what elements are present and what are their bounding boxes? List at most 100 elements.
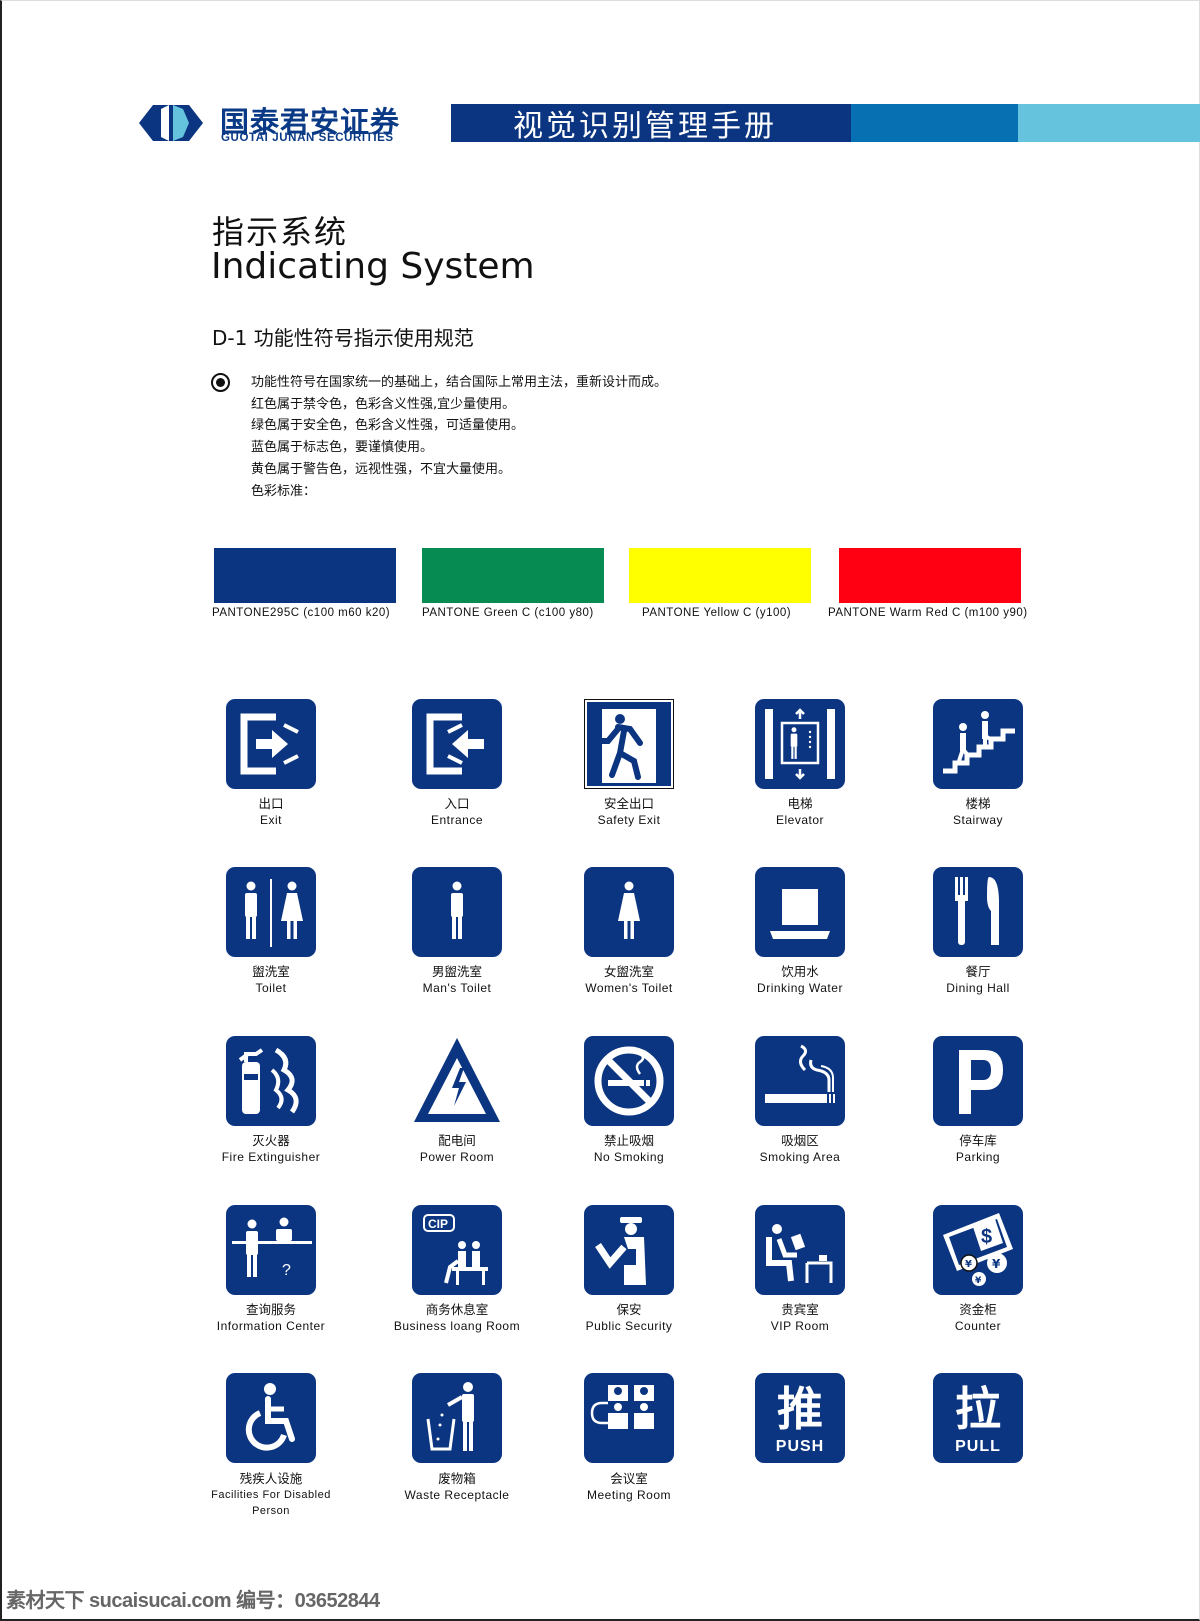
description-line: 色彩标准： <box>251 483 317 499</box>
bullet-icon <box>211 373 230 392</box>
sign-caption-cn: 商务休息室 <box>425 1302 489 1317</box>
sign-caption-en: Elevator <box>775 813 825 827</box>
womens-toilet-icon <box>584 867 674 957</box>
sign-caption: 入口 Entrance <box>372 796 542 828</box>
svg-text:$: $ <box>981 1226 992 1248</box>
svg-text:¥: ¥ <box>965 1259 972 1270</box>
meeting-room-icon <box>584 1373 674 1463</box>
sign-caption-cn: 保安 <box>616 1302 642 1317</box>
page-title-en: Indicating System <box>211 246 535 287</box>
swatch-label: PANTONE Yellow C (y100) <box>642 607 792 619</box>
sign-caption: 保安 Public Security <box>544 1302 714 1334</box>
sign-caption-cn: 餐厅 <box>965 964 991 979</box>
sign-caption-cn: 废物箱 <box>438 1471 476 1486</box>
sign-caption-cn: 出口 <box>258 796 284 811</box>
power-room-icon <box>412 1036 502 1126</box>
swatch-pantone-295c <box>214 548 396 603</box>
sign-caption-en: Safety Exit <box>597 813 661 827</box>
svg-text:CIP: CIP <box>428 1217 448 1231</box>
sign-caption: 禁止吸烟 No Smoking <box>544 1133 714 1165</box>
description-line: 绿色属于安全色，色彩含义性强，可适量使用。 <box>251 418 525 434</box>
description-line: 功能性符号在国家统一的基础上，结合国际上常用主法，重新设计而成。 <box>251 375 668 390</box>
push-icon: 推 PUSH <box>755 1373 845 1463</box>
svg-text:PUSH: PUSH <box>776 1438 824 1455</box>
swatch-label: PANTONE Green C (c100 y80) <box>422 607 594 619</box>
safety-exit-icon <box>584 699 674 789</box>
sign-caption: 电梯 Elevator <box>715 796 885 828</box>
pull-icon: 拉 PULL <box>933 1373 1023 1463</box>
description-line: 蓝色属于标志色，要谨慎使用。 <box>251 440 434 456</box>
exit-icon <box>226 699 316 789</box>
manual-title: 视觉识别管理手册 <box>513 109 777 144</box>
sign-caption-cn: 男盥洗室 <box>431 964 482 979</box>
sign-caption-cn: 饮用水 <box>781 964 819 979</box>
sign-caption: 灭火器 Fire Extinguisher <box>186 1133 356 1165</box>
sign-caption: 贵宾室 VIP Room <box>715 1302 885 1334</box>
disabled-facilities-icon <box>226 1373 316 1463</box>
sign-caption: 出口 Exit <box>186 796 356 828</box>
sign-caption-en: Drinking Water <box>757 981 843 995</box>
swatch-label: PANTONE295C (c100 m60 k20) <box>212 607 391 619</box>
sign-caption: 停车库 Parking <box>893 1133 1063 1165</box>
sign-caption-en: Meeting Room <box>586 1488 672 1502</box>
sign-caption-en: Fire Extinguisher <box>221 1150 321 1164</box>
fire-extinguisher-icon <box>226 1036 316 1126</box>
sign-caption-cn: 会议室 <box>610 1471 648 1486</box>
svg-text:?: ? <box>282 1262 291 1279</box>
sign-caption: 男盥洗室 Man's Toilet <box>372 964 542 996</box>
sign-caption-cn: 女盥洗室 <box>603 964 654 979</box>
description-line: 红色属于禁令色，色彩含义性强,宜少量使用。 <box>251 396 516 412</box>
no-smoking-icon <box>584 1036 674 1126</box>
sign-caption-en: Public Security <box>585 1319 673 1333</box>
toilet-icon <box>226 867 316 957</box>
header-band-light <box>1018 104 1200 142</box>
sign-caption: 残疾人设施 Facilities For Disabled Person <box>186 1471 356 1519</box>
swatch-pantone-yellow <box>629 548 811 603</box>
sign-caption: 商务休息室 Business loang Room <box>372 1302 542 1334</box>
sign-caption-en: Women's Toilet <box>585 981 673 995</box>
sign-caption-cn: 入口 <box>444 796 470 811</box>
description-line: 黄色属于警告色，远视性强，不宜大量使用。 <box>251 461 512 477</box>
sign-caption-en: Power Room <box>419 1150 495 1164</box>
sign-caption-cn: 残疾人设施 <box>239 1471 303 1486</box>
sign-caption-en: Entrance <box>430 813 484 827</box>
information-center-icon: ? <box>226 1205 316 1295</box>
header-band-mid <box>851 104 1018 142</box>
sign-caption-en: Information Center <box>216 1319 326 1333</box>
entrance-icon <box>412 699 502 789</box>
sign-caption: 安全出口 Safety Exit <box>544 796 714 828</box>
sign-caption-en: Smoking Area <box>759 1150 841 1164</box>
sign-caption: 吸烟区 Smoking Area <box>715 1133 885 1165</box>
smoking-area-icon <box>755 1036 845 1126</box>
sign-caption-en: Parking <box>955 1150 1001 1164</box>
sign-caption-cn: 配电间 <box>438 1133 476 1148</box>
sign-caption: 女盥洗室 Women's Toilet <box>544 964 714 996</box>
sign-caption-en: Facilities For Disabled Person <box>211 1489 331 1517</box>
sign-caption-en: Business loang Room <box>393 1319 521 1333</box>
counter-icon: $ ¥ ¥ ¥ <box>933 1205 1023 1295</box>
sign-caption-en: Waste Receptacle <box>404 1488 510 1502</box>
svg-text:¥: ¥ <box>992 1257 1001 1271</box>
sign-caption: 饮用水 Drinking Water <box>715 964 885 996</box>
svg-text:PULL: PULL <box>955 1438 1001 1455</box>
sign-caption: 配电间 Power Room <box>372 1133 542 1165</box>
sign-caption-cn: 吸烟区 <box>781 1133 819 1148</box>
sign-caption-en: Dining Hall <box>946 981 1010 995</box>
sign-caption-cn: 停车库 <box>959 1133 997 1148</box>
parking-icon <box>933 1036 1023 1126</box>
elevator-icon <box>755 699 845 789</box>
sign-caption-cn: 禁止吸烟 <box>603 1133 654 1148</box>
svg-text:拉: 拉 <box>955 1382 1001 1436</box>
sign-caption-cn: 灭火器 <box>252 1133 290 1148</box>
svg-text:¥: ¥ <box>975 1276 982 1286</box>
sign-caption-en: Toilet <box>255 981 287 995</box>
dining-hall-icon <box>933 867 1023 957</box>
swatch-pantone-warm-red <box>839 548 1021 603</box>
sign-caption: 查询服务 Information Center <box>186 1302 356 1334</box>
company-logo-icon <box>139 105 203 141</box>
sign-caption-en: Exit <box>259 813 282 827</box>
sign-caption-cn: 盥洗室 <box>252 964 290 979</box>
description: 功能性符号在国家统一的基础上，结合国际上常用主法，重新设计而成。 红色属于禁令色… <box>251 372 667 502</box>
sign-caption: 盥洗室 Toilet <box>186 964 356 996</box>
sign-caption-cn: 查询服务 <box>245 1302 296 1317</box>
